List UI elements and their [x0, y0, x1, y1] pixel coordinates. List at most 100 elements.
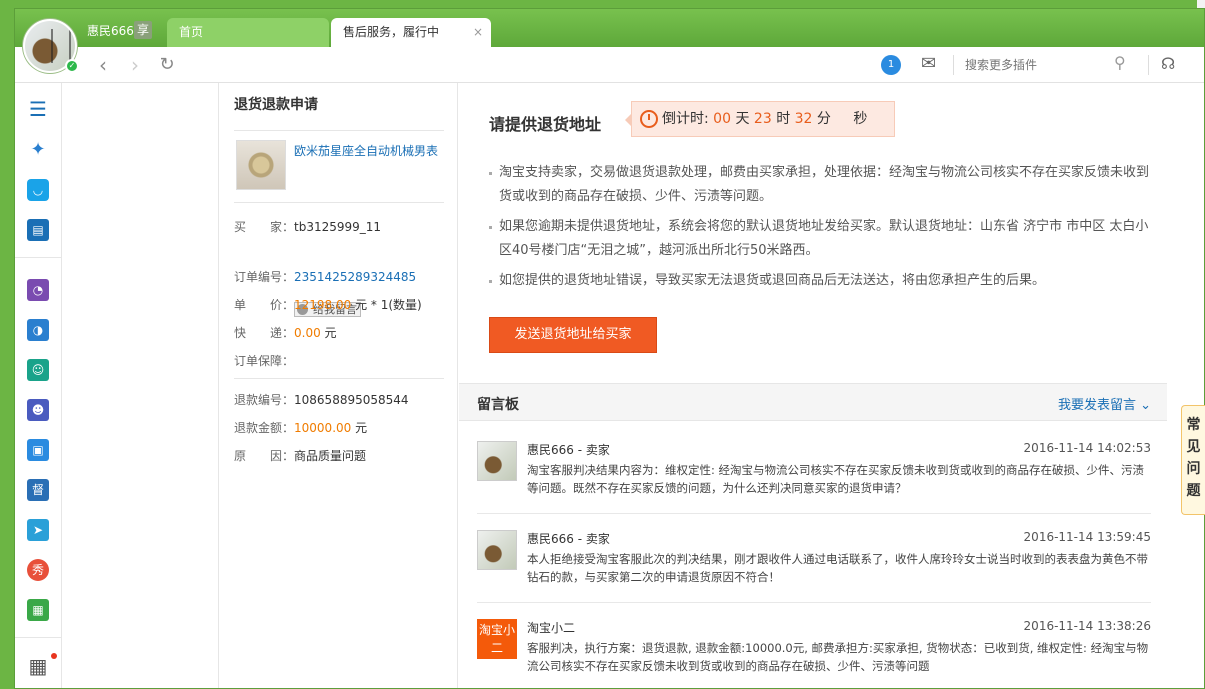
- comment-item: 惠民666 - 卖家 2016-11-14 14:02:53 淘宝客服判决结果内…: [477, 441, 1151, 501]
- protection-row: 订单保障：: [234, 352, 294, 369]
- main-content: 请提供退货地址 倒计时: 00 天 23 时 32 分 秒 淘宝支持卖家，交易做…: [459, 83, 1167, 688]
- refund-amount-unit: 元: [351, 421, 368, 435]
- pinwheel-icon[interactable]: ✦: [27, 139, 49, 161]
- commenter-avatar[interactable]: [477, 441, 517, 481]
- comment-text: 本人拒绝接受淘宝客服此次的判决结果，刚才跟收件人通过电话联系了，收件人席玲玲女士…: [527, 552, 1148, 584]
- list-icon[interactable]: ☰: [27, 98, 49, 120]
- shipping-unit: 元: [320, 326, 337, 340]
- message-board-title: 留言板: [477, 397, 519, 413]
- forward-icon[interactable]: ›: [123, 53, 147, 77]
- countdown-label: 倒计时:: [662, 111, 709, 127]
- blank-panel: [63, 83, 219, 688]
- notification-icon[interactable]: 1: [881, 55, 901, 75]
- countdown-hours: 23: [753, 111, 772, 127]
- refund-amount-row: 退款金额：10000.00 元: [234, 419, 367, 436]
- buyer-label: 买 家：: [234, 220, 295, 234]
- policy-note: 如果您逾期未提供退货地址，系统会将您的默认退货地址发给买家。默认退货地址：山东省…: [489, 215, 1149, 263]
- taobao-xiaoer-avatar[interactable]: 淘宝小二: [477, 619, 517, 659]
- refund-no-row: 退款编号：108658895058544: [234, 391, 409, 408]
- toolbar-divider: [1148, 55, 1149, 75]
- divider: [234, 378, 444, 379]
- tab-after-sales[interactable]: 售后服务，履行中 ×: [331, 18, 491, 47]
- reason-label: 原 因：: [234, 449, 295, 463]
- right-gutter: [1167, 83, 1204, 688]
- shipping-label: 快 递：: [234, 326, 295, 340]
- supervise-icon[interactable]: 督: [27, 479, 49, 501]
- reason-row: 原 因：商品质量问题: [234, 447, 366, 464]
- price-unit: 元 * 1(数量): [351, 298, 422, 312]
- username[interactable]: 惠民666: [87, 22, 134, 39]
- back-icon[interactable]: ‹: [91, 53, 115, 77]
- plugin-search-input[interactable]: [965, 54, 1135, 76]
- countdown-minutes-unit: 分: [816, 111, 831, 127]
- countdown-days: 00: [713, 111, 731, 127]
- comment-item: 淘宝小二 淘宝小二 2016-11-14 13:38:26 客服判决，执行方案：…: [477, 619, 1151, 679]
- close-icon[interactable]: ×: [473, 18, 483, 47]
- online-status-icon: ✓: [65, 59, 79, 73]
- commenter-name: 惠民666 - 卖家: [527, 532, 610, 546]
- order-no-link[interactable]: 2351425289324485: [294, 270, 416, 284]
- title-bar: 惠民666 享 首页 售后服务，履行中 ×: [15, 9, 1204, 47]
- mail-icon[interactable]: ✉: [921, 54, 941, 74]
- apps-icon[interactable]: ▦: [27, 655, 49, 677]
- send-icon[interactable]: ➤: [27, 519, 49, 541]
- commenter-avatar[interactable]: [477, 530, 517, 570]
- order-panel: 退货退款申请 欧米茄星座全自动机械男表 买 家：tb3125999_11 给我留…: [220, 83, 640, 688]
- comment-time: 2016-11-14 14:02:53: [1023, 441, 1151, 455]
- refresh-icon[interactable]: ↻: [155, 53, 179, 77]
- send-return-address-button[interactable]: 发送退货地址给买家: [489, 317, 657, 353]
- shipping-value: 0.00: [294, 326, 321, 340]
- product-image[interactable]: [236, 140, 286, 190]
- comment-time: 2016-11-14 13:38:26: [1023, 619, 1151, 633]
- policy-note: 如您提供的退货地址错误，导致买家无法退货或退回商品后无法送达，将由您承担产生的后…: [489, 269, 1149, 293]
- refund-amount-label: 退款金额：: [234, 421, 295, 435]
- refund-no-value: 108658895058544: [294, 393, 409, 407]
- card-icon[interactable]: ▤: [27, 219, 49, 241]
- comment-divider: [477, 513, 1151, 514]
- order-no-label: 订单编号：: [234, 270, 295, 284]
- people-icon[interactable]: ☺: [27, 359, 49, 381]
- policy-note: 淘宝支持卖家，交易做退货退款处理，邮费由买家承担，处理依据：经淘宝与物流公司核实…: [489, 161, 1149, 209]
- protection-label: 订单保障：: [234, 354, 295, 368]
- bag-icon[interactable]: ◡: [27, 179, 49, 201]
- page-title: 请提供退货地址: [489, 115, 602, 134]
- commenter-name: 惠民666 - 卖家: [527, 443, 610, 457]
- post-message-link[interactable]: 我要发表留言 ⌄: [1058, 394, 1151, 413]
- countdown-hours-unit: 时: [776, 111, 791, 127]
- gauge-icon[interactable]: ◑: [27, 319, 49, 341]
- headset-icon[interactable]: ☊: [1161, 53, 1183, 75]
- person-icon[interactable]: ☻: [27, 399, 49, 421]
- price-row: 单 价：12198.00 元 * 1(数量): [234, 296, 422, 313]
- search-icon[interactable]: ⚲: [1114, 53, 1134, 73]
- vip-badge[interactable]: 享: [134, 21, 152, 39]
- toolbar-divider: [953, 55, 954, 75]
- policy-notes: 淘宝支持卖家，交易做退货退款处理，邮费由买家承担，处理依据：经淘宝与物流公司核实…: [489, 161, 1149, 299]
- comment-divider: [477, 602, 1151, 603]
- faq-float-button[interactable]: 常见问题: [1181, 405, 1205, 515]
- comment-text: 客服判决，执行方案：退货退款, 退款金额:10000.0元, 邮费承担方:买家承…: [527, 641, 1149, 673]
- commenter-name: 淘宝小二: [527, 621, 576, 635]
- price-value: 12198.00: [294, 298, 352, 312]
- chevron-down-icon: ⌄: [1140, 398, 1151, 413]
- clipboard-icon[interactable]: ▣: [27, 439, 49, 461]
- sidebar-divider: [15, 257, 62, 258]
- comment-item: 惠民666 - 卖家 2016-11-14 13:59:45 本人拒绝接受淘宝客…: [477, 530, 1151, 590]
- app-window: 惠民666 享 首页 售后服务，履行中 × ✓ ‹ › ↻ 1 ✉ ⚲ ☊ ☰ …: [14, 8, 1205, 689]
- countdown-timer: 倒计时: 00 天 23 时 32 分 秒: [625, 101, 895, 137]
- buyer-row: 买 家：tb3125999_11: [234, 218, 381, 235]
- calendar-icon[interactable]: ▦: [27, 599, 49, 621]
- comment-text: 淘宝客服判决结果内容为：维权定性: 经淘宝与物流公司核实不存在买家反馈未收到货或…: [527, 463, 1145, 495]
- product-name-link[interactable]: 欧米茄星座全自动机械男表: [294, 142, 438, 159]
- tab-home[interactable]: 首页: [167, 18, 329, 47]
- chart-icon[interactable]: ◔: [27, 279, 49, 301]
- buyer-name: tb3125999_11: [294, 220, 382, 234]
- order-no-row: 订单编号：2351425289324485: [234, 268, 416, 285]
- sidebar-divider: [15, 637, 62, 638]
- reason-value: 商品质量问题: [294, 449, 367, 463]
- toolbar: ‹ › ↻ 1 ✉ ⚲ ☊: [15, 47, 1204, 83]
- post-message-label: 我要发表留言: [1057, 398, 1136, 413]
- countdown-days-unit: 天: [735, 111, 750, 127]
- show-icon[interactable]: 秀: [27, 559, 49, 581]
- sidebar: ☰ ✦ ◡ ▤ ◔ ◑ ☺ ☻ ▣ 督 ➤ 秀 ▦ ▦: [15, 83, 62, 688]
- price-label: 单 价：: [234, 298, 295, 312]
